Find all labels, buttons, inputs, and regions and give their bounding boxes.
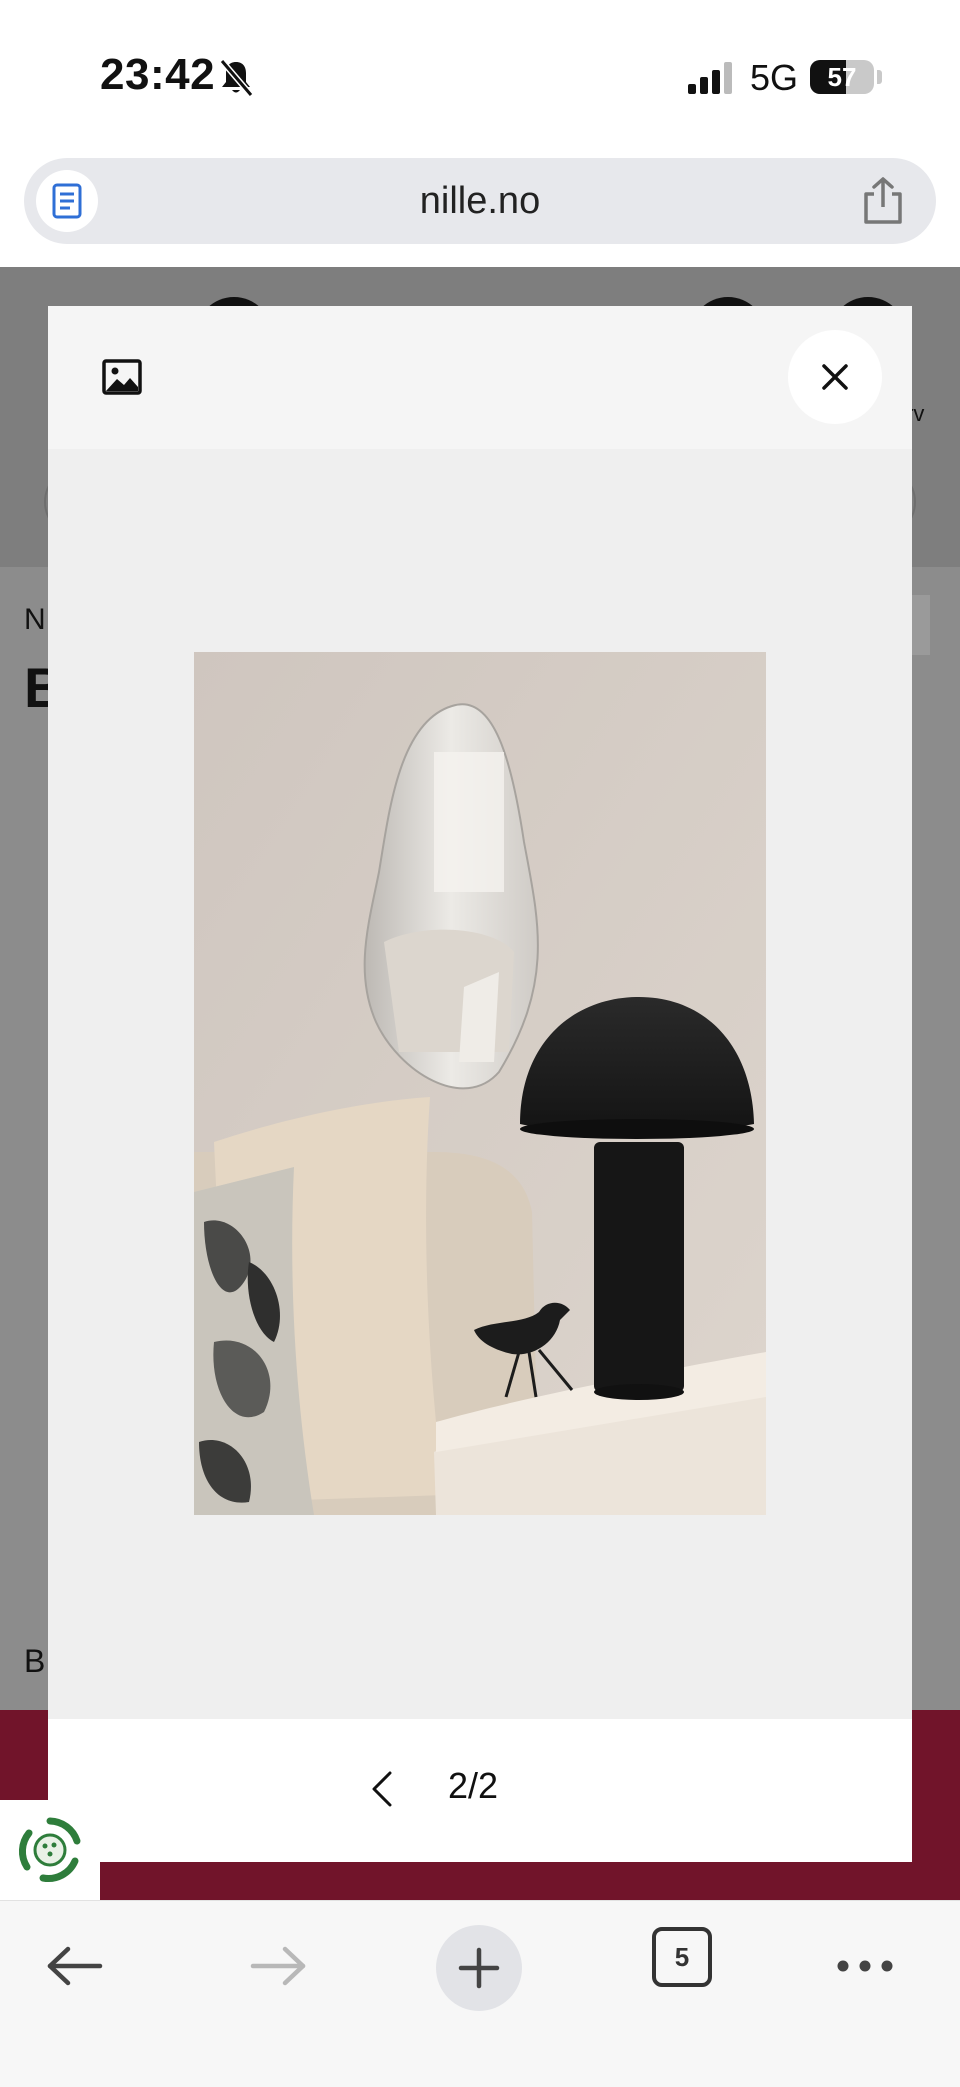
image-gallery-modal: 2/2 bbox=[48, 306, 912, 1862]
text-fragment: B bbox=[24, 1643, 46, 1679]
plus-icon bbox=[458, 1947, 500, 1989]
more-button[interactable] bbox=[830, 1931, 900, 2001]
arrow-left-icon bbox=[47, 1946, 103, 1986]
page-counter: 2/2 bbox=[448, 1765, 499, 1806]
battery-tip bbox=[877, 70, 882, 84]
tabs-button[interactable]: 5 bbox=[652, 1927, 712, 1987]
close-button[interactable] bbox=[788, 330, 882, 424]
product-photo[interactable] bbox=[194, 652, 766, 1515]
new-tab-button[interactable] bbox=[436, 1925, 522, 2011]
battery-level: 57 bbox=[827, 62, 857, 92]
recycle-badge-icon bbox=[18, 1817, 81, 1882]
browser-toolbar: 5 bbox=[0, 1900, 960, 2087]
product-photo-image bbox=[194, 652, 766, 1515]
arrow-right-icon bbox=[250, 1946, 306, 1986]
modal-header bbox=[48, 306, 912, 449]
address-bar[interactable]: nille.no bbox=[24, 158, 936, 244]
modal-footer: 2/2 bbox=[48, 1719, 912, 1862]
breadcrumb-fragment: N bbox=[24, 603, 46, 636]
forward-button[interactable] bbox=[243, 1931, 313, 2001]
eco-badge-button[interactable] bbox=[0, 1800, 100, 1900]
chevron-left-icon[interactable] bbox=[366, 1769, 398, 1809]
status-bar: 23:42 5G 57 bbox=[0, 0, 960, 150]
url-text[interactable]: nille.no bbox=[24, 158, 936, 244]
back-button[interactable] bbox=[40, 1931, 110, 2001]
bell-muted-icon bbox=[219, 59, 254, 97]
tabs-count: 5 bbox=[674, 1941, 690, 1972]
image-icon bbox=[102, 359, 142, 395]
close-icon bbox=[822, 364, 848, 390]
status-time: 23:42 bbox=[100, 50, 216, 99]
share-icon[interactable] bbox=[860, 176, 906, 226]
more-icon bbox=[837, 1960, 893, 1972]
signal-icon bbox=[688, 62, 732, 94]
battery-indicator: 57 bbox=[810, 60, 874, 94]
network-type: 5G bbox=[750, 57, 799, 98]
address-area: nille.no bbox=[0, 150, 960, 267]
